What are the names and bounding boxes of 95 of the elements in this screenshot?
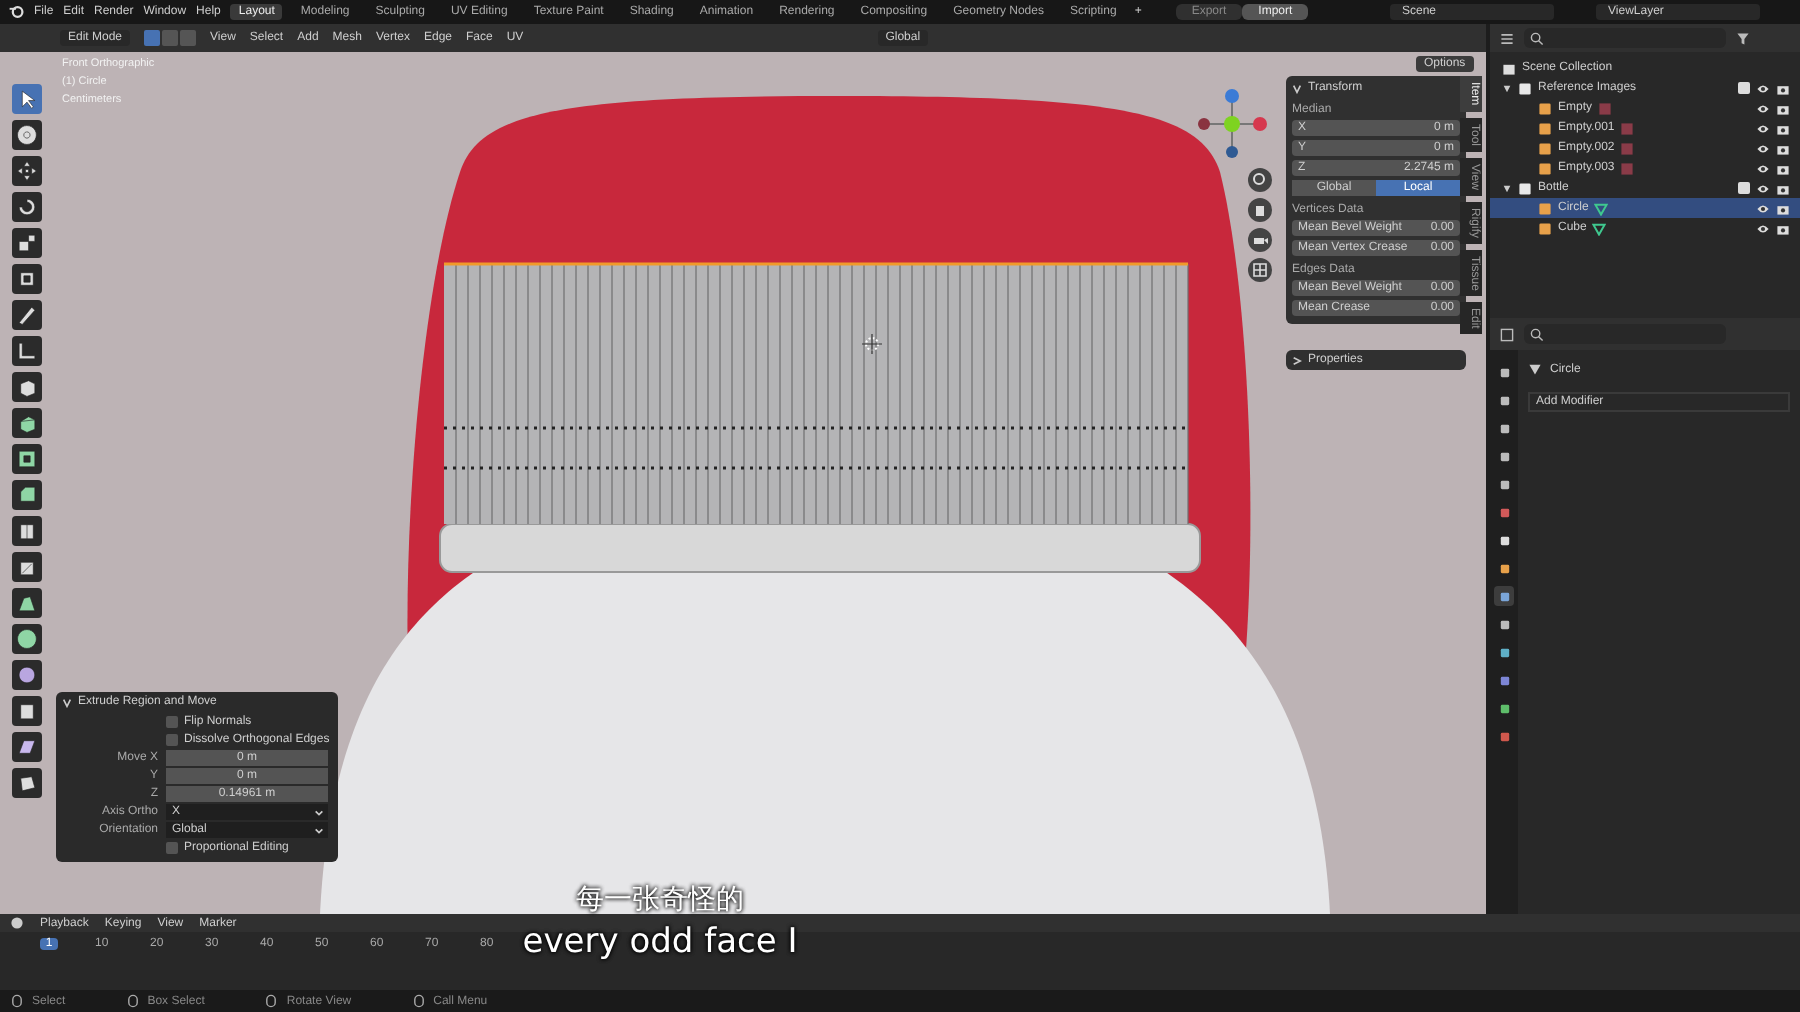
sphere-icon	[16, 664, 38, 686]
circle-icon	[16, 628, 38, 650]
constraints-icon	[1497, 673, 1511, 687]
particles-icon	[1497, 617, 1511, 631]
tool-button[interactable]	[12, 516, 42, 546]
search-icon	[1530, 327, 1544, 341]
tool-button[interactable]	[12, 228, 42, 258]
tool-button[interactable]	[12, 768, 42, 798]
hand-icon[interactable]	[1248, 198, 1272, 222]
move-icon	[16, 160, 38, 182]
editor-type-icon[interactable]	[1500, 31, 1514, 45]
material-icon	[1497, 729, 1511, 743]
select-mode-button[interactable]	[144, 30, 161, 46]
subtitle-text: 每一张奇怪的	[576, 882, 744, 918]
tool-button[interactable]	[12, 696, 42, 726]
ruler-icon	[16, 340, 38, 362]
render-icon	[1497, 393, 1511, 407]
shear-icon	[16, 736, 38, 758]
editor-type-icon[interactable]	[1500, 327, 1514, 341]
caret-icon	[1292, 83, 1302, 93]
search-icon	[1530, 31, 1544, 45]
camera-icon[interactable]	[1776, 221, 1790, 235]
eye-icon[interactable]	[1756, 181, 1770, 195]
eye-icon[interactable]	[1756, 221, 1770, 235]
world-icon	[1497, 505, 1511, 519]
search-field[interactable]	[1524, 324, 1726, 344]
tool-button[interactable]	[12, 588, 42, 618]
cursor-icon	[16, 124, 38, 146]
modifier-tab[interactable]	[1494, 586, 1514, 606]
mouse-icon	[264, 994, 279, 1008]
modifier-icon	[1497, 589, 1511, 603]
pointer-icon	[16, 88, 38, 110]
checkbox[interactable]	[1738, 82, 1750, 94]
tool-button[interactable]	[12, 552, 42, 582]
eye-icon[interactable]	[1756, 81, 1770, 95]
checkbox[interactable]	[166, 716, 178, 728]
tool-button[interactable]	[12, 264, 42, 294]
mouse-icon	[411, 994, 426, 1008]
tool-button[interactable]	[12, 480, 42, 510]
subtitle-text: every odd face I	[522, 922, 798, 962]
checkbox[interactable]	[1738, 182, 1750, 194]
data-icon	[1497, 701, 1511, 715]
tool-button[interactable]	[12, 444, 42, 474]
tool-button[interactable]	[12, 120, 42, 150]
eye-icon[interactable]	[1756, 141, 1770, 155]
tool-button[interactable]	[12, 192, 42, 222]
eye-icon[interactable]	[1756, 101, 1770, 115]
tool-button[interactable]	[12, 300, 42, 330]
camera-icon[interactable]	[1776, 101, 1790, 115]
camera-icon[interactable]	[1776, 121, 1790, 135]
camera-icon[interactable]	[1776, 141, 1790, 155]
grid-icon[interactable]	[1248, 258, 1272, 282]
caret-icon	[1292, 355, 1302, 365]
mouse-icon	[10, 994, 24, 1008]
rotate-icon	[16, 196, 38, 218]
tool-button[interactable]	[12, 336, 42, 366]
axis-gizmo-icon[interactable]	[1192, 84, 1272, 164]
checkbox[interactable]	[166, 734, 178, 746]
output-icon	[1497, 421, 1511, 435]
tool-button[interactable]	[12, 624, 42, 654]
tool-button[interactable]	[12, 732, 42, 762]
tool-button[interactable]	[12, 372, 42, 402]
tool-button[interactable]	[12, 156, 42, 186]
view-layer-icon	[1497, 449, 1511, 463]
tool-button[interactable]	[12, 660, 42, 690]
eye-icon[interactable]	[1756, 161, 1770, 175]
collection-icon	[1518, 181, 1532, 195]
eye-icon[interactable]	[1756, 121, 1770, 135]
filter-icon[interactable]	[1736, 31, 1750, 45]
tool-icon	[1497, 365, 1511, 379]
crosshair-icon	[862, 334, 882, 354]
mesh-icon	[1528, 362, 1542, 376]
search-field[interactable]	[1524, 28, 1726, 48]
collection-icon	[1497, 533, 1511, 547]
camera-icon[interactable]	[1248, 228, 1272, 252]
blender-logo-icon[interactable]	[8, 4, 24, 20]
eye-icon[interactable]	[1756, 201, 1770, 215]
caret-icon	[62, 697, 72, 707]
checkbox[interactable]	[166, 842, 178, 854]
camera-icon[interactable]	[1776, 181, 1790, 195]
camera-icon[interactable]	[1776, 201, 1790, 215]
physics-icon	[1497, 645, 1511, 659]
clock-icon[interactable]	[10, 916, 24, 930]
pencil-icon	[16, 304, 38, 326]
zoom-icon[interactable]	[1248, 168, 1272, 192]
tool-button[interactable]	[12, 84, 42, 114]
mouse-icon	[125, 994, 140, 1008]
shape-icon	[16, 592, 38, 614]
scale-icon	[16, 232, 38, 254]
camera-icon[interactable]	[1776, 161, 1790, 175]
scene-icon	[1497, 477, 1511, 491]
tool-button[interactable]	[12, 408, 42, 438]
transform-icon	[16, 268, 38, 290]
object-icon	[1497, 561, 1511, 575]
camera-icon[interactable]	[1776, 81, 1790, 95]
